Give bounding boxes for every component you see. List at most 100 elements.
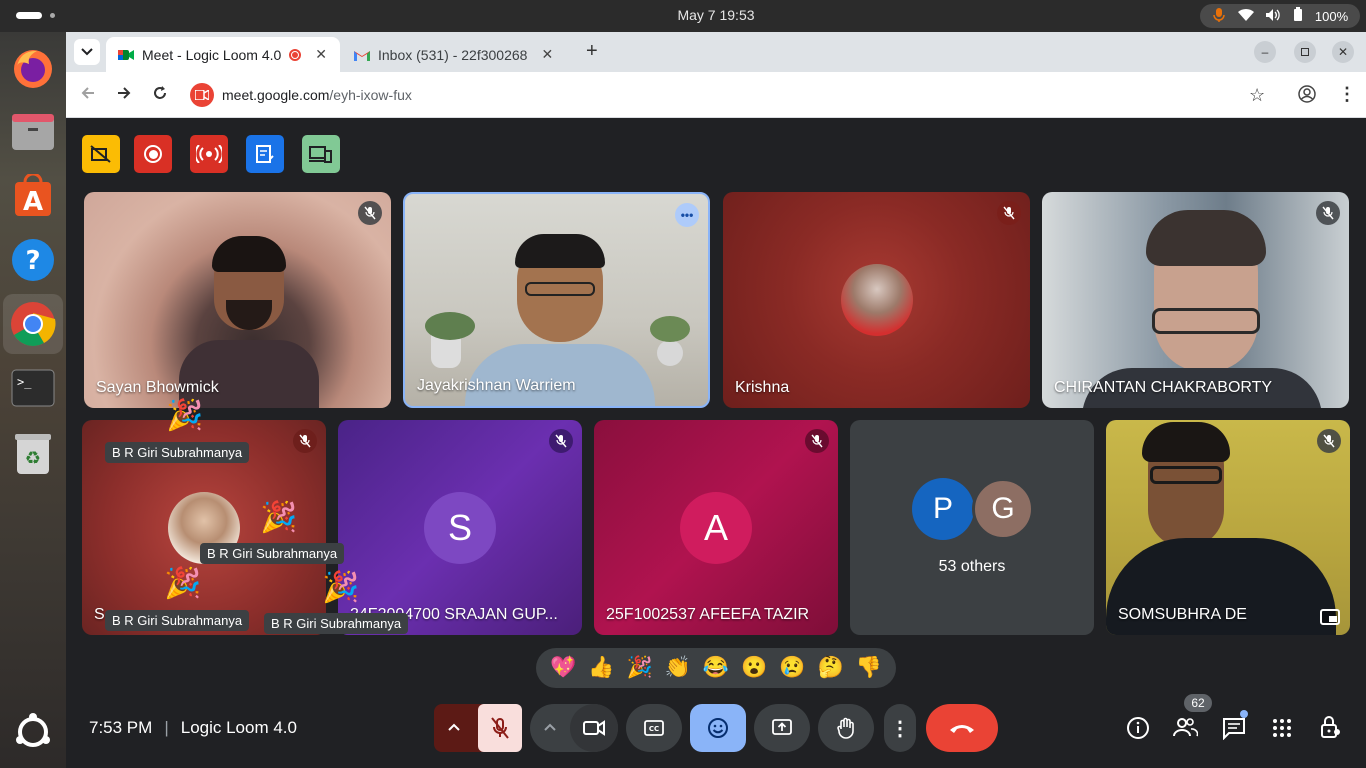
- participant-count-badge: 62: [1184, 694, 1212, 712]
- ubuntu-dock: A ? >_ ♻: [0, 32, 66, 768]
- url-path: /eyh-ixow-fux: [329, 87, 412, 103]
- others-tile[interactable]: P G 53 others: [850, 420, 1094, 635]
- more-options-button[interactable]: •••: [675, 203, 699, 227]
- muted-mic-icon: [997, 201, 1021, 225]
- audio-options-button[interactable]: [448, 718, 460, 736]
- devices-icon: [309, 146, 332, 163]
- participant-tile[interactable]: A 25F1002537 AFEEFA TAZIR: [594, 420, 838, 635]
- present-icon: [772, 719, 792, 735]
- participant-tile-active[interactable]: ••• Jayakrishnan Warriem: [403, 192, 710, 408]
- reaction-sender-chip: B R Giri Subrahmanya: [200, 543, 345, 564]
- activities-button[interactable]: [1272, 718, 1292, 743]
- ext-broadcast-button[interactable]: [190, 135, 228, 173]
- tab-close-icon[interactable]: ✕: [541, 46, 553, 63]
- reaction-clapping[interactable]: 👏: [665, 656, 691, 680]
- url-host: meet.google.com: [222, 87, 330, 103]
- chat-icon: [1223, 718, 1245, 741]
- more-options-button[interactable]: ⋮: [884, 704, 916, 752]
- picture-in-picture-icon[interactable]: [1320, 609, 1340, 625]
- trash-icon[interactable]: ♻: [9, 430, 57, 478]
- tab-gmail[interactable]: Inbox (531) - 22f300268 ✕: [342, 37, 574, 72]
- reaction-crying[interactable]: 😢: [779, 656, 805, 680]
- terminal-icon[interactable]: >_: [9, 364, 57, 412]
- party-popper-reaction: 🎉: [322, 571, 360, 604]
- party-popper-reaction: 🎉: [164, 567, 202, 600]
- browser-menu-icon[interactable]: ⋮: [1338, 84, 1356, 105]
- show-apps-icon[interactable]: [9, 708, 57, 756]
- more-vert-icon: ⋮: [890, 717, 910, 740]
- participant-tile[interactable]: CHIRANTAN CHAKRABORTY: [1042, 192, 1349, 408]
- participant-name: S: [94, 606, 105, 623]
- wifi-icon: [1237, 8, 1254, 25]
- participant-tile[interactable]: SOMSUBHRA DE: [1106, 420, 1350, 635]
- ext-record-button[interactable]: [134, 135, 172, 173]
- reaction-laughing[interactable]: 😂: [703, 656, 729, 680]
- forward-arrow-icon[interactable]: [116, 85, 132, 106]
- bookmark-star-icon[interactable]: ☆: [1249, 85, 1265, 106]
- captions-button[interactable]: CC: [626, 704, 682, 752]
- participant-tile[interactable]: Krishna: [723, 192, 1030, 408]
- raise-hand-button[interactable]: [818, 704, 874, 752]
- chevron-up-icon: [448, 723, 460, 731]
- ext-devices-button[interactable]: [302, 135, 340, 173]
- maximize-button[interactable]: [1294, 41, 1316, 63]
- muted-mic-icon: [293, 429, 317, 453]
- chat-button[interactable]: [1222, 710, 1248, 745]
- address-bar[interactable]: meet.google.com/eyh-ixow-fux: [184, 79, 1282, 111]
- participant-name: Krishna: [735, 379, 790, 396]
- present-screen-button[interactable]: [754, 704, 810, 752]
- reaction-thumbs-up[interactable]: 👍: [588, 656, 614, 680]
- muted-mic-icon: [358, 201, 382, 225]
- leave-call-button[interactable]: [926, 704, 998, 752]
- chevron-up-icon: [544, 723, 556, 731]
- app-center-icon[interactable]: A: [9, 172, 57, 220]
- participant-tile[interactable]: Sayan Bhowmick: [84, 192, 391, 408]
- participant-name: Sayan Bhowmick: [96, 379, 219, 396]
- microphone-button[interactable]: [478, 704, 522, 752]
- system-tray[interactable]: 100%: [1200, 4, 1360, 28]
- ext-hide-video-button[interactable]: [82, 135, 120, 173]
- reload-icon[interactable]: [152, 85, 168, 106]
- svg-text:>_: >_: [17, 375, 32, 389]
- lock-person-icon: [1321, 716, 1340, 738]
- minimize-button[interactable]: –: [1254, 41, 1276, 63]
- end-call-icon: [950, 725, 974, 733]
- tab-close-icon[interactable]: ✕: [315, 46, 327, 63]
- reaction-thumbs-down[interactable]: 👎: [856, 656, 882, 680]
- others-avatar: G: [972, 478, 1034, 540]
- tab-meet[interactable]: Meet - Logic Loom 4.0 ✕: [106, 37, 340, 72]
- close-window-button[interactable]: ✕: [1332, 41, 1354, 63]
- firefox-icon[interactable]: [9, 44, 57, 92]
- camera-button[interactable]: [570, 704, 618, 752]
- chrome-icon[interactable]: [3, 294, 63, 354]
- tab-title: Inbox (531) - 22f300268: [378, 46, 528, 63]
- mic-off-icon: [491, 717, 509, 739]
- tab-search-button[interactable]: [74, 39, 100, 65]
- files-icon[interactable]: [9, 108, 57, 156]
- new-tab-button[interactable]: +: [586, 40, 598, 63]
- profile-icon[interactable]: [1298, 85, 1316, 108]
- emoji-reactions-button[interactable]: [690, 704, 746, 752]
- participant-initial: A: [680, 492, 752, 564]
- people-button[interactable]: [1172, 716, 1199, 743]
- video-options-button[interactable]: [544, 718, 556, 736]
- back-arrow-icon[interactable]: [80, 85, 96, 106]
- meet-stage: Sayan Bhowmick ••• Jayakrishnan Warriem …: [66, 118, 1366, 768]
- apps-grid-icon: [1273, 719, 1291, 737]
- hand-icon: [837, 717, 854, 739]
- meeting-title: Logic Loom 4.0: [180, 718, 297, 737]
- video-camera-icon: [583, 720, 605, 736]
- tab-title: Meet - Logic Loom 4.0: [142, 46, 282, 63]
- help-icon[interactable]: ?: [9, 236, 57, 284]
- system-clock[interactable]: May 7 19:53: [0, 7, 1366, 23]
- muted-mic-icon: [1316, 201, 1340, 225]
- host-controls-button[interactable]: [1320, 715, 1342, 744]
- reaction-thinking[interactable]: 🤔: [818, 656, 844, 680]
- reaction-party-popper[interactable]: 🎉: [626, 656, 652, 680]
- meeting-details-icon[interactable]: [1126, 716, 1150, 745]
- reaction-sparkling-heart[interactable]: 💖: [550, 656, 576, 680]
- ext-transcript-button[interactable]: [246, 135, 284, 173]
- recording-indicator-icon: [289, 48, 302, 61]
- participant-tile[interactable]: S 24F2004700 SRAJAN GUP...: [338, 420, 582, 635]
- reaction-surprised[interactable]: 😮: [741, 656, 767, 680]
